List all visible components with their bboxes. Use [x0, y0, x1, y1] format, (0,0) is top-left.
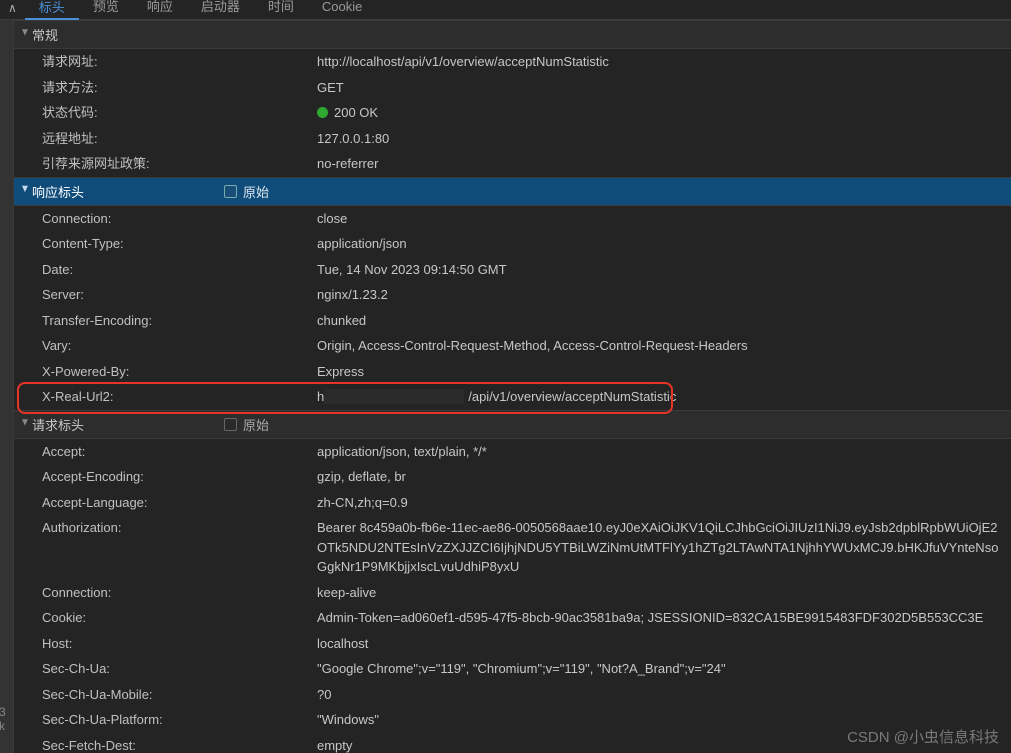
header-value: Tue, 14 Nov 2023 09:14:50 GMT [317, 260, 1003, 280]
left-gutter: 3 k [0, 20, 14, 753]
headers-panel: ▼ 常规 请求网址:http://localhost/api/v1/overvi… [0, 20, 1011, 753]
header-value: zh-CN,zh;q=0.9 [317, 493, 1003, 513]
header-label: Cookie: [42, 608, 317, 628]
tab-response[interactable]: 响应 [133, 0, 187, 19]
header-row: X-Powered-By:Express [14, 359, 1011, 385]
header-label: 状态代码: [42, 103, 317, 123]
header-value: application/json, text/plain, */* [317, 442, 1003, 462]
header-row: Transfer-Encoding:chunked [14, 308, 1011, 334]
header-value: Origin, Access-Control-Request-Method, A… [317, 336, 1003, 356]
header-value: nginx/1.23.2 [317, 285, 1003, 305]
header-value: GET [317, 78, 1003, 98]
header-row: Accept-Language:zh-CN,zh;q=0.9 [14, 490, 1011, 516]
chevron-down-icon: ▼ [20, 26, 30, 38]
header-row: Vary:Origin, Access-Control-Request-Meth… [14, 333, 1011, 359]
header-value: 200 OK [317, 103, 1003, 123]
header-label: X-Powered-By: [42, 362, 317, 382]
section-title: 常规 [32, 25, 58, 44]
header-label: 远程地址: [42, 129, 317, 149]
header-row: Accept:application/json, text/plain, */* [14, 439, 1011, 465]
header-label: Vary: [42, 336, 317, 356]
header-label: Sec-Ch-Ua-Platform: [42, 710, 317, 730]
header-value: Express [317, 362, 1003, 382]
tab-preview[interactable]: 预览 [79, 0, 133, 19]
status-dot-icon [317, 107, 328, 118]
header-row: Date:Tue, 14 Nov 2023 09:14:50 GMT [14, 257, 1011, 283]
header-label: Host: [42, 634, 317, 654]
header-row: 引荐来源网址政策:no-referrer [14, 151, 1011, 177]
header-value: "Google Chrome";v="119", "Chromium";v="1… [317, 659, 1003, 679]
header-row: Server:nginx/1.23.2 [14, 282, 1011, 308]
header-value: gzip, deflate, br [317, 467, 1003, 487]
tab-cookie[interactable]: Cookie [308, 0, 376, 19]
header-row: 远程地址:127.0.0.1:80 [14, 126, 1011, 152]
header-row: Content-Type:application/json [14, 231, 1011, 257]
header-label: Date: [42, 260, 317, 280]
tab-timing[interactable]: 时间 [254, 0, 308, 19]
header-row: Accept-Encoding:gzip, deflate, br [14, 464, 1011, 490]
header-value: h/api/v1/overview/acceptNumStatistic [317, 387, 1003, 407]
header-label: Server: [42, 285, 317, 305]
raw-toggle[interactable]: 原始 [224, 182, 269, 201]
header-label: Authorization: [42, 518, 317, 577]
section-request-headers[interactable]: ▼ 请求标头 原始 [14, 410, 1011, 439]
header-value: http://localhost/api/v1/overview/acceptN… [317, 52, 1003, 72]
header-value: 127.0.0.1:80 [317, 129, 1003, 149]
section-title: 请求标头 [32, 415, 84, 434]
header-label: 请求网址: [42, 52, 317, 72]
header-row: Host:localhost [14, 631, 1011, 657]
header-label: Accept: [42, 442, 317, 462]
redacted-block [324, 389, 464, 404]
tab-headers[interactable]: 标头 [25, 0, 79, 20]
watermark: CSDN @小虫信息科技 [847, 726, 999, 747]
header-label: Transfer-Encoding: [42, 311, 317, 331]
header-label: 引荐来源网址政策: [42, 154, 317, 174]
collapse-icon[interactable]: ∧ [4, 1, 25, 19]
header-row: Sec-Ch-Ua:"Google Chrome";v="119", "Chro… [14, 656, 1011, 682]
checkbox-icon[interactable] [224, 185, 237, 198]
raw-toggle[interactable]: 原始 [224, 415, 269, 434]
header-row: Authorization:Bearer 8c459a0b-fb6e-11ec-… [14, 515, 1011, 580]
header-row: Connection:keep-alive [14, 580, 1011, 606]
chevron-down-icon: ▼ [20, 416, 30, 428]
header-row: 状态代码:200 OK [14, 100, 1011, 126]
size-label: 3 k [0, 705, 13, 733]
raw-label: 原始 [243, 182, 269, 201]
header-value: application/json [317, 234, 1003, 254]
header-label: Sec-Ch-Ua-Mobile: [42, 685, 317, 705]
header-row: Connection:close [14, 206, 1011, 232]
raw-label: 原始 [243, 415, 269, 434]
header-label: Sec-Fetch-Dest: [42, 736, 317, 753]
tabs-bar: ∧ 标头 预览 响应 启动器 时间 Cookie [0, 0, 1011, 20]
header-value: no-referrer [317, 154, 1003, 174]
header-row: X-Real-Url2:h/api/v1/overview/acceptNumS… [14, 384, 1011, 410]
section-title: 响应标头 [32, 182, 84, 201]
header-value: localhost [317, 634, 1003, 654]
section-general[interactable]: ▼ 常规 [14, 20, 1011, 49]
header-label: Connection: [42, 583, 317, 603]
header-row: Sec-Ch-Ua-Mobile:?0 [14, 682, 1011, 708]
header-value: close [317, 209, 1003, 229]
header-label: Sec-Ch-Ua: [42, 659, 317, 679]
header-label: Accept-Language: [42, 493, 317, 513]
header-value: keep-alive [317, 583, 1003, 603]
header-label: Content-Type: [42, 234, 317, 254]
section-response-headers[interactable]: ▼ 响应标头 原始 [14, 177, 1011, 206]
checkbox-icon[interactable] [224, 418, 237, 431]
header-label: Connection: [42, 209, 317, 229]
header-value: Admin-Token=ad060ef1-d595-47f5-8bcb-90ac… [317, 608, 1003, 628]
header-value: ?0 [317, 685, 1003, 705]
header-label: Accept-Encoding: [42, 467, 317, 487]
header-row: 请求网址:http://localhost/api/v1/overview/ac… [14, 49, 1011, 75]
tab-initiator[interactable]: 启动器 [187, 0, 254, 19]
header-value: Bearer 8c459a0b-fb6e-11ec-ae86-0050568aa… [317, 518, 1003, 577]
header-value: chunked [317, 311, 1003, 331]
header-row: 请求方法:GET [14, 75, 1011, 101]
header-row: Cookie:Admin-Token=ad060ef1-d595-47f5-8b… [14, 605, 1011, 631]
header-label: 请求方法: [42, 78, 317, 98]
header-label: X-Real-Url2: [42, 387, 317, 407]
chevron-down-icon: ▼ [20, 183, 30, 195]
